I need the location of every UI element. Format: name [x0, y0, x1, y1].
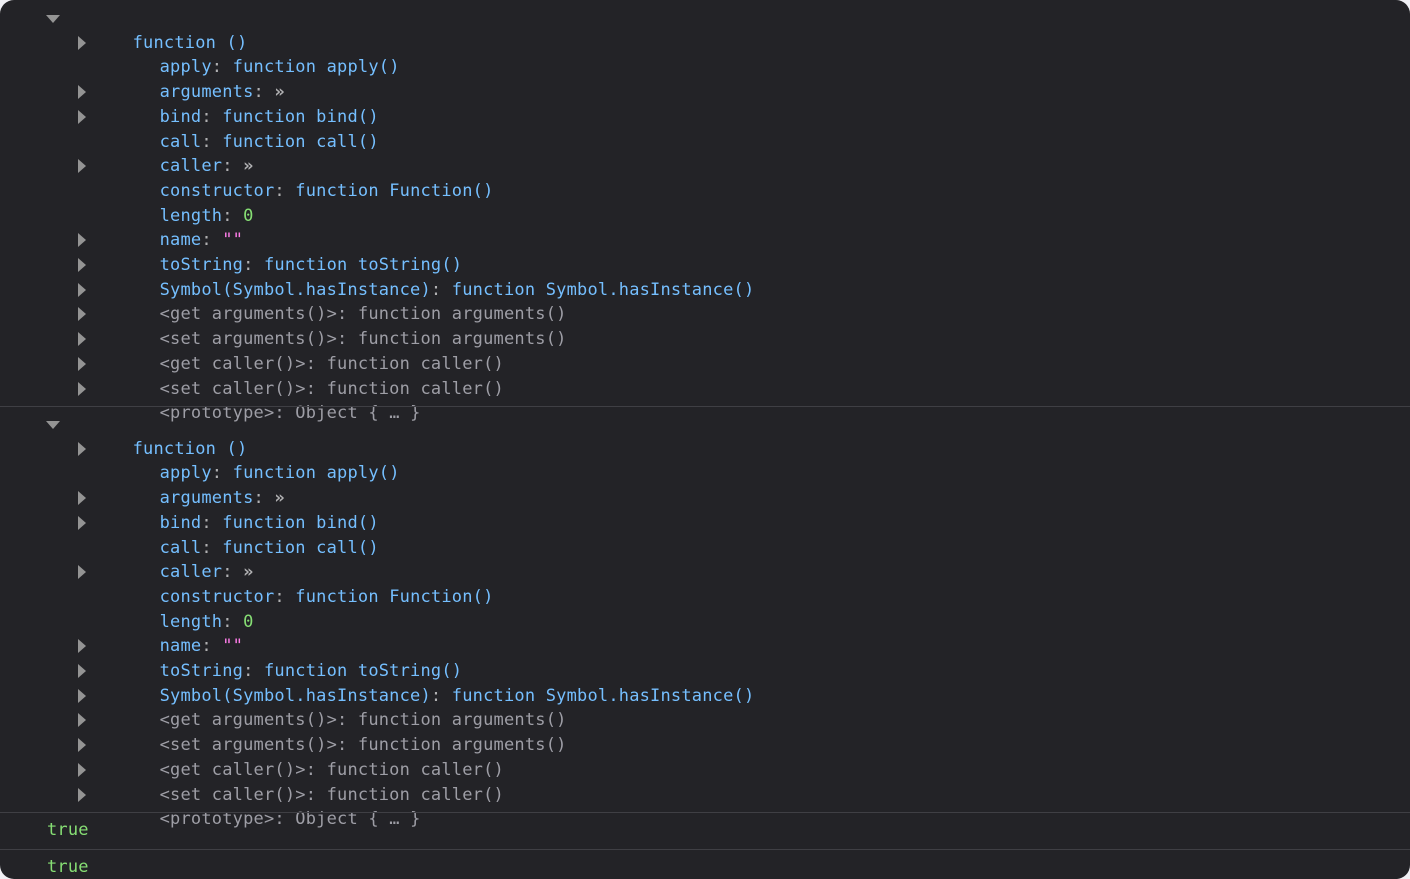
console-message-result-1: true [0, 850, 1410, 879]
property-value-number: 0 [243, 205, 254, 226]
property-row-length: length: 0 [97, 585, 254, 632]
property-row-symbol-hasinstance[interactable]: Symbol(Symbol.hasInstance): function Sym… [78, 659, 754, 706]
twisty-collapsed-icon[interactable] [78, 282, 86, 297]
property-row-caller: caller: » [97, 130, 254, 176]
boolean-result: true [47, 820, 89, 840]
twisty-collapsed-icon[interactable] [78, 713, 86, 728]
twisty-collapsed-icon[interactable] [78, 491, 86, 506]
twisty-collapsed-icon[interactable] [78, 515, 86, 530]
property-row-name: name: "" [97, 610, 243, 656]
twisty-collapsed-icon[interactable] [78, 109, 86, 124]
property-row-prototype[interactable]: <prototype>: Object { … } [78, 377, 421, 423]
property-sep: : [274, 180, 296, 201]
twisty-collapsed-icon[interactable] [78, 381, 86, 396]
twisty-collapsed-icon[interactable] [78, 639, 86, 654]
property-value-number: 0 [243, 611, 254, 632]
property-row-bind[interactable]: bind: function bind() [78, 486, 379, 533]
message-divider [0, 406, 1410, 407]
console-message-function-0: function () apply: function apply() argu… [0, 6, 1410, 423]
twisty-collapsed-icon[interactable] [78, 233, 86, 248]
property-row-name: name: "" [97, 204, 243, 250]
twisty-collapsed-icon[interactable] [78, 332, 86, 347]
property-row-arguments: arguments: » [97, 461, 285, 508]
property-row-get-arguments[interactable]: <get arguments()>: function arguments() [78, 278, 567, 324]
object-header[interactable]: function () [46, 6, 247, 53]
twisty-expanded-icon[interactable] [46, 421, 60, 429]
twisty-collapsed-icon[interactable] [78, 738, 86, 753]
property-row-arguments: arguments: » [97, 55, 285, 102]
property-row-set-caller[interactable]: <set caller()>: function caller() [78, 352, 504, 399]
property-row-call[interactable]: call: function call() [78, 105, 379, 152]
property-row-apply[interactable]: apply: function apply() [78, 437, 400, 483]
boolean-result: true [47, 857, 89, 877]
twisty-collapsed-icon[interactable] [78, 85, 86, 100]
twisty-expanded-icon[interactable] [46, 15, 60, 23]
twisty-collapsed-icon[interactable] [78, 664, 86, 678]
console-message-result-0: true [0, 813, 1410, 850]
property-value: function Function() [295, 586, 494, 607]
property-row-tostring[interactable]: toString: function toString() [78, 634, 462, 681]
twisty-collapsed-icon[interactable] [78, 258, 86, 272]
console-output: function () apply: function apply() argu… [0, 0, 1410, 879]
property-row-set-caller[interactable]: <set caller()>: function caller() [78, 758, 504, 805]
property-row-set-arguments[interactable]: <set arguments()>: function arguments() [78, 302, 567, 349]
property-row-get-caller[interactable]: <get caller()>: function caller() [78, 327, 504, 374]
property-row-set-arguments[interactable]: <set arguments()>: function arguments() [78, 708, 567, 755]
property-row-tostring[interactable]: toString: function toString() [78, 228, 462, 275]
property-row-get-caller[interactable]: <get caller()>: function caller() [78, 733, 504, 780]
twisty-collapsed-icon[interactable] [78, 688, 86, 703]
property-row-constructor[interactable]: constructor: function Function() [78, 154, 494, 201]
property-row-caller: caller: » [97, 536, 254, 582]
property-row-get-arguments[interactable]: <get arguments()>: function arguments() [78, 684, 567, 730]
twisty-collapsed-icon[interactable] [78, 356, 86, 371]
property-row-call[interactable]: call: function call() [78, 511, 379, 558]
twisty-collapsed-icon[interactable] [78, 441, 86, 456]
property-row-bind[interactable]: bind: function bind() [78, 80, 379, 127]
property-value: function Function() [295, 180, 494, 201]
twisty-collapsed-icon[interactable] [78, 35, 86, 50]
property-row-constructor[interactable]: constructor: function Function() [78, 560, 494, 607]
console-message-function-1: function () apply: function apply() argu… [0, 412, 1410, 829]
twisty-collapsed-icon[interactable] [78, 565, 86, 580]
twisty-collapsed-icon[interactable] [78, 762, 86, 777]
property-row-length: length: 0 [97, 179, 254, 226]
twisty-collapsed-icon[interactable] [78, 307, 86, 322]
twisty-collapsed-icon[interactable] [78, 159, 86, 174]
property-row-prototype[interactable]: <prototype>: Object { … } [78, 783, 421, 829]
twisty-collapsed-icon[interactable] [78, 787, 86, 802]
property-row-apply[interactable]: apply: function apply() [78, 31, 400, 77]
object-header[interactable]: function () [46, 412, 247, 459]
property-sep: : [274, 586, 296, 607]
property-row-symbol-hasinstance[interactable]: Symbol(Symbol.hasInstance): function Sym… [78, 253, 754, 300]
